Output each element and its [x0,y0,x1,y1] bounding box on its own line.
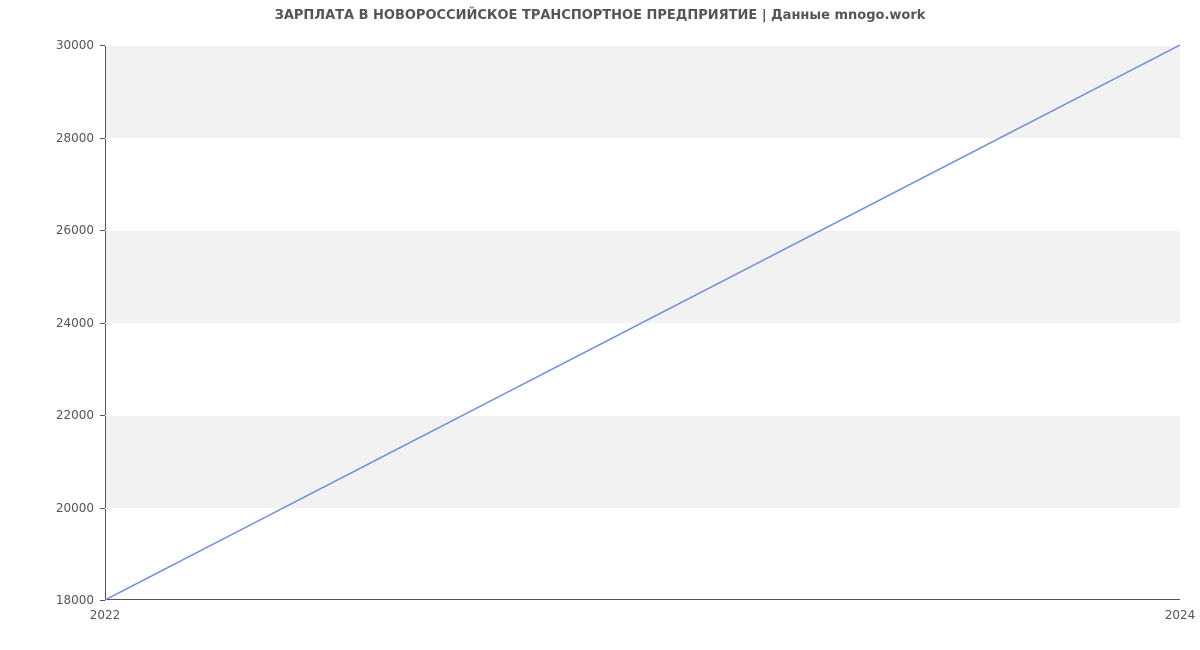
y-tick-mark [100,323,105,324]
y-tick-mark [100,230,105,231]
y-tick-label: 22000 [4,408,94,422]
y-tick-label: 28000 [4,131,94,145]
y-tick-mark [100,600,105,601]
y-tick-mark [100,508,105,509]
y-tick-mark [100,138,105,139]
y-tick-label: 18000 [4,593,94,607]
x-tick-label: 2022 [90,608,121,622]
x-tick-label: 2024 [1165,608,1196,622]
y-tick-mark [100,415,105,416]
y-tick-label: 20000 [4,501,94,515]
y-tick-mark [100,45,105,46]
plot-area [105,45,1180,600]
y-tick-label: 24000 [4,316,94,330]
gridline [105,600,1180,601]
chart-container: ЗАРПЛАТА В НОВОРОССИЙСКОЕ ТРАНСПОРТНОЕ П… [0,0,1200,650]
line-layer [105,45,1180,600]
y-tick-label: 26000 [4,223,94,237]
y-tick-label: 30000 [4,38,94,52]
chart-title: ЗАРПЛАТА В НОВОРОССИЙСКОЕ ТРАНСПОРТНОЕ П… [0,8,1200,23]
series-line [105,45,1180,600]
